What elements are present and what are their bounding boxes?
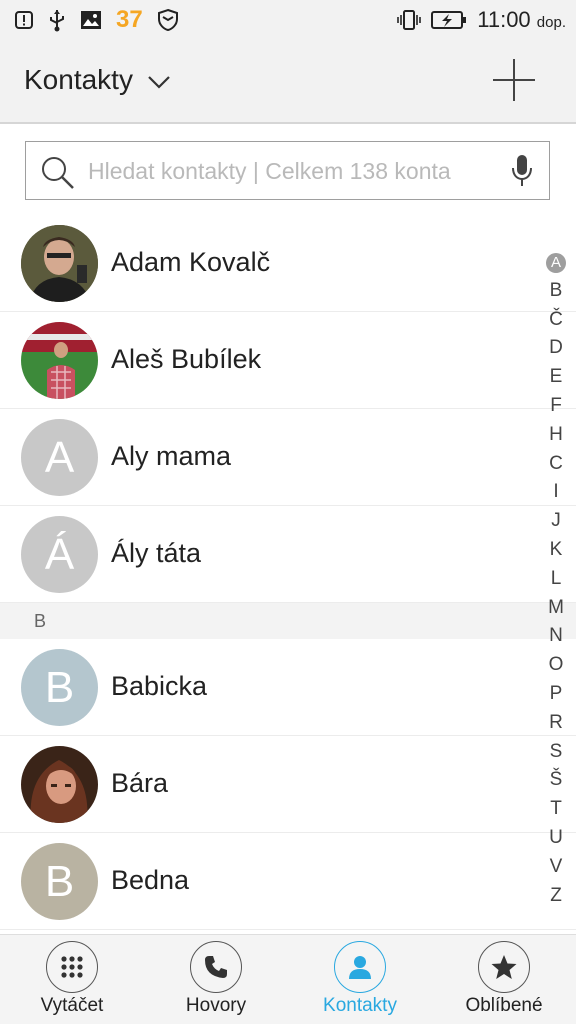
alpha-letter[interactable]: J	[544, 507, 568, 536]
image-icon	[80, 10, 102, 30]
alpha-letter[interactable]: N	[544, 622, 568, 651]
alpha-letter[interactable]: L	[544, 565, 568, 594]
contact-row[interactable]: Á Ály táta	[0, 506, 576, 603]
alpha-letter[interactable]: O	[544, 651, 568, 680]
section-letter: B	[34, 611, 47, 631]
notification-count: 37	[116, 6, 143, 33]
tab-favorites[interactable]: Oblíbené	[432, 935, 576, 1024]
add-contact-button[interactable]	[492, 58, 536, 102]
usb-icon	[48, 8, 66, 32]
avatar-letter: A	[44, 432, 75, 482]
alpha-letter[interactable]: Č	[544, 306, 568, 335]
alpha-letter[interactable]: Z	[544, 882, 568, 911]
contact-name: Bára	[111, 768, 169, 798]
dialpad-icon	[46, 941, 98, 993]
tab-label: Kontakty	[323, 995, 397, 1016]
avatar-initial: B	[21, 843, 98, 920]
alpha-letter[interactable]: K	[544, 536, 568, 565]
tab-label: Hovory	[185, 995, 247, 1016]
alpha-letter[interactable]: C	[544, 450, 568, 479]
alpha-letter[interactable]: F	[544, 392, 568, 421]
alpha-letter[interactable]: B	[544, 277, 568, 306]
contact-name: Babicka	[111, 671, 208, 701]
alpha-letter[interactable]: E	[544, 363, 568, 392]
tab-dialer[interactable]: Vytáčet	[0, 935, 144, 1024]
contact-name: Aleš Bubílek	[111, 344, 262, 374]
shield-icon	[157, 8, 179, 32]
alpha-letter[interactable]: H	[544, 421, 568, 450]
battery-charging-icon	[431, 10, 467, 30]
alpha-letter[interactable]: S	[544, 738, 568, 767]
search-box[interactable]	[25, 141, 550, 200]
status-bar: 37 11:00 dop.	[0, 0, 576, 40]
tab-label: Oblíbené	[465, 995, 543, 1016]
alert-icon	[14, 10, 34, 30]
contact-row[interactable]: A Aly mama	[0, 409, 576, 506]
alpha-letter[interactable]: R	[544, 709, 568, 738]
tab-contacts[interactable]: Kontakty	[288, 935, 432, 1024]
alpha-letter[interactable]: V	[544, 853, 568, 882]
search-input[interactable]	[88, 151, 488, 191]
alpha-letter[interactable]: Š	[544, 766, 568, 795]
bottom-navigation: Vytáčet Hovory Kontakty Oblíbené	[0, 934, 576, 1024]
alpha-letter-active[interactable]: A	[544, 248, 568, 277]
avatar-letter: B	[44, 856, 75, 906]
alpha-letter[interactable]: U	[544, 824, 568, 853]
clock: 11:00 dop.	[477, 7, 566, 33]
avatar-initial: B	[21, 649, 98, 726]
tab-label: Vytáčet	[40, 995, 104, 1016]
status-bar-right: 11:00 dop.	[397, 6, 566, 34]
alpha-letter[interactable]: D	[544, 334, 568, 363]
clock-time: 11:00	[477, 7, 531, 32]
app-bar: Kontakty	[0, 40, 576, 124]
contact-name: Bedna	[111, 865, 190, 895]
contact-name: Ály táta	[111, 538, 202, 568]
alphabet-index[interactable]: A B Č D E F H C I J K L M N O P R S Š T …	[544, 248, 568, 910]
status-bar-left: 37	[14, 6, 179, 34]
plus-icon	[493, 59, 535, 101]
microphone-icon[interactable]	[511, 154, 533, 192]
phone-icon	[190, 941, 242, 993]
page-title: Kontakty	[24, 64, 133, 95]
avatar-photo	[21, 322, 98, 399]
alpha-letter-text: A	[546, 253, 566, 273]
avatar-photo	[21, 746, 98, 823]
avatar-initial: Á	[21, 516, 98, 593]
alpha-letter[interactable]: M	[544, 594, 568, 623]
avatar-letter: B	[44, 662, 75, 712]
star-icon	[478, 941, 530, 993]
clock-suffix: dop.	[536, 14, 566, 31]
contacts-filter-dropdown[interactable]: Kontakty	[24, 64, 171, 96]
contact-name: Aly mama	[111, 441, 232, 471]
search-icon	[40, 155, 76, 195]
vibrate-icon	[397, 9, 422, 31]
contact-name: Adam Kovalč	[111, 247, 271, 277]
section-header: B	[0, 603, 576, 639]
contact-row[interactable]: Bára	[0, 736, 576, 833]
alpha-letter[interactable]: I	[544, 478, 568, 507]
alpha-letter[interactable]: T	[544, 795, 568, 824]
chevron-down-icon	[147, 64, 171, 96]
contact-row[interactable]: Aleš Bubílek	[0, 312, 576, 409]
avatar-initial: A	[21, 419, 98, 496]
person-icon	[334, 941, 386, 993]
contact-row[interactable]: B Bedna	[0, 833, 576, 930]
avatar-photo	[21, 225, 98, 302]
contact-row[interactable]: B Babicka	[0, 639, 576, 736]
avatar-letter: Á	[44, 529, 75, 579]
alpha-letter[interactable]: P	[544, 680, 568, 709]
contact-row[interactable]: Adam Kovalč	[0, 215, 576, 312]
tab-calls[interactable]: Hovory	[144, 935, 288, 1024]
